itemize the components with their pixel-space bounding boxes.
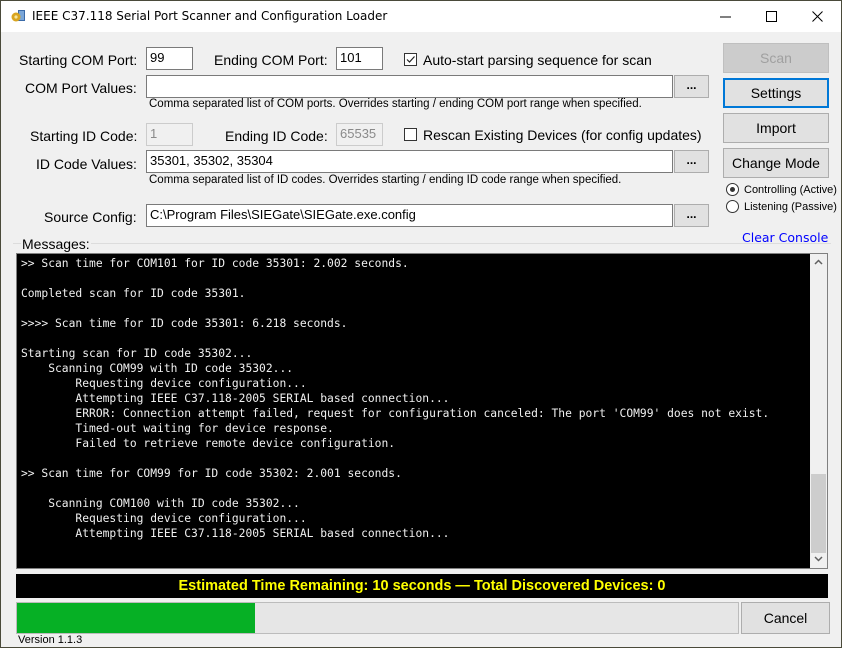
source-config-label: Source Config: xyxy=(44,209,137,225)
change-mode-button[interactable]: Change Mode xyxy=(723,148,829,178)
console-line: >>>> Scan time for ID code 35301: 6.218 … xyxy=(21,317,348,330)
ending-id-code-label: Ending ID Code: xyxy=(225,128,328,144)
console-line: Scanning COM99 with ID code 35302... xyxy=(21,362,294,375)
progress-fill xyxy=(17,603,255,633)
console-line: Attempting IEEE C37.118-2005 SERIAL base… xyxy=(21,392,450,405)
ending-id-code-input[interactable]: 65535 xyxy=(336,123,383,146)
com-port-browse-button[interactable]: ... xyxy=(674,75,709,98)
close-button[interactable] xyxy=(794,1,840,32)
starting-id-code-label: Starting ID Code: xyxy=(30,128,138,144)
console-line: ERROR: Connection attempt failed, reques… xyxy=(21,407,770,420)
gear-app-icon xyxy=(11,10,25,22)
com-port-values-hint: Comma separated list of COM ports. Overr… xyxy=(149,98,642,110)
checkmark-icon xyxy=(406,56,415,63)
minimize-button[interactable] xyxy=(702,1,748,32)
autostart-label: Auto-start parsing sequence for scan xyxy=(423,52,652,68)
window-title: IEEE C37.118 Serial Port Scanner and Con… xyxy=(32,9,388,23)
rescan-label: Rescan Existing Devices (for config upda… xyxy=(423,127,702,143)
rescan-checkbox[interactable] xyxy=(404,128,417,141)
console-line: Completed scan for ID code 35301. xyxy=(21,287,246,300)
cancel-button[interactable]: Cancel xyxy=(741,602,830,634)
source-config-input[interactable]: C:\Program Files\SIEGate\SIEGate.exe.con… xyxy=(146,204,673,227)
console-line: >> Scan time for COM99 for ID code 35302… xyxy=(21,467,402,480)
id-code-values-hint: Comma separated list of ID codes. Overri… xyxy=(149,174,622,186)
messages-console[interactable]: >> Scan time for COM101 for ID code 3530… xyxy=(16,253,828,569)
console-text: >> Scan time for COM101 for ID code 3530… xyxy=(21,256,807,566)
maximize-button[interactable] xyxy=(748,1,794,32)
scroll-thumb[interactable] xyxy=(811,474,826,553)
ending-com-port-input[interactable]: 101 xyxy=(336,47,383,70)
autostart-checkbox[interactable] xyxy=(404,53,417,66)
messages-label: Messages: xyxy=(21,236,91,252)
app-window: IEEE C37.118 Serial Port Scanner and Con… xyxy=(0,0,842,648)
console-line: Timed-out waiting for device response. xyxy=(21,422,334,435)
console-line: Scanning COM100 with ID code 35302... xyxy=(21,497,300,510)
starting-com-port-input[interactable]: 99 xyxy=(146,47,193,70)
console-line: Requesting device configuration... xyxy=(21,512,307,525)
close-icon xyxy=(811,11,823,22)
controlling-label: Controlling (Active) xyxy=(744,184,837,196)
console-line: >> Scan time for COM101 for ID code 3530… xyxy=(21,257,409,270)
controlling-radio[interactable] xyxy=(726,183,739,196)
version-label: Version 1.1.3 xyxy=(18,634,83,646)
console-line: Failed to retrieve remote device configu… xyxy=(21,437,396,450)
settings-button[interactable]: Settings xyxy=(723,78,829,108)
console-line: Requesting device configuration... xyxy=(21,377,307,390)
scan-button[interactable]: Scan xyxy=(723,43,829,73)
radio-selected-dot xyxy=(730,187,735,192)
source-config-browse-button[interactable]: ... xyxy=(674,204,709,227)
scroll-up-icon[interactable] xyxy=(810,254,827,271)
maximize-icon xyxy=(765,11,777,22)
id-code-browse-button[interactable]: ... xyxy=(674,150,709,173)
minimize-icon xyxy=(719,16,731,17)
console-line: Starting scan for ID code 35302... xyxy=(21,347,253,360)
id-code-values-label: ID Code Values: xyxy=(36,156,137,172)
starting-com-port-label: Starting COM Port: xyxy=(19,52,138,68)
console-scrollbar[interactable] xyxy=(810,254,827,568)
status-bar: Estimated Time Remaining: 10 seconds — T… xyxy=(16,574,828,598)
listening-radio[interactable] xyxy=(726,200,739,213)
import-button[interactable]: Import xyxy=(723,113,829,143)
com-port-values-input[interactable] xyxy=(146,75,673,98)
listening-label: Listening (Passive) xyxy=(744,201,837,213)
console-line: Attempting IEEE C37.118-2005 SERIAL base… xyxy=(21,527,450,540)
progress-bar xyxy=(16,602,739,634)
ending-com-port-label: Ending COM Port: xyxy=(214,52,328,68)
title-bar: IEEE C37.118 Serial Port Scanner and Con… xyxy=(1,1,841,32)
scroll-down-icon[interactable] xyxy=(810,551,827,568)
com-port-values-label: COM Port Values: xyxy=(25,80,137,96)
id-code-values-input[interactable]: 35301, 35302, 35304 xyxy=(146,150,673,173)
starting-id-code-input[interactable]: 1 xyxy=(146,123,193,146)
